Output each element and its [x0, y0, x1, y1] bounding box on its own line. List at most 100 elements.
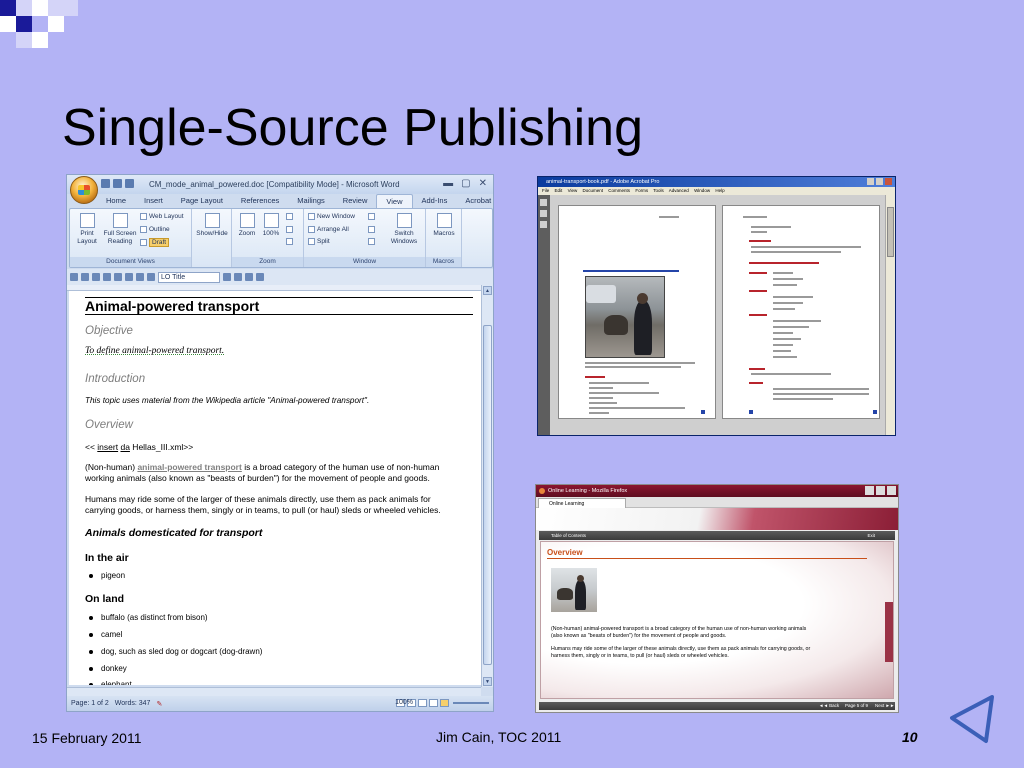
- page-count[interactable]: Page: 1 of 2: [71, 700, 109, 707]
- tab-references[interactable]: References: [232, 194, 288, 208]
- corner-square: [32, 0, 48, 16]
- style-select[interactable]: LO Title: [158, 271, 220, 283]
- back-arrow-icon[interactable]: [948, 694, 996, 744]
- side-resource-tab[interactable]: [885, 602, 893, 662]
- tab-review[interactable]: Review: [334, 194, 377, 208]
- pdf-next-icon[interactable]: [873, 410, 877, 414]
- tab-page-layout[interactable]: Page Layout: [172, 194, 232, 208]
- font-color-icon[interactable]: [245, 273, 253, 281]
- close-icon[interactable]: [885, 178, 892, 185]
- menu-help[interactable]: Help: [715, 188, 724, 193]
- menu-document[interactable]: Document: [583, 188, 604, 193]
- magnifier-icon: [239, 213, 255, 228]
- document-page[interactable]: Animal-powered transport Objective To de…: [69, 291, 481, 685]
- word-window-title: CM_mode_animal_powered.doc [Compatibilit…: [149, 180, 400, 189]
- one-page-button[interactable]: [286, 213, 293, 220]
- columns-icon[interactable]: [136, 273, 144, 281]
- web-layout-view-icon[interactable]: [418, 699, 427, 707]
- two-pages-button[interactable]: [286, 226, 293, 233]
- maximize-icon[interactable]: [876, 486, 885, 495]
- proofing-icon[interactable]: ✎: [156, 700, 162, 708]
- sync-scroll-button[interactable]: [368, 226, 375, 233]
- redo-icon[interactable]: [125, 179, 134, 188]
- acrobat-document-area[interactable]: [550, 195, 887, 435]
- office-button[interactable]: [70, 176, 98, 204]
- font-size-icon[interactable]: [223, 273, 231, 281]
- page-width-button[interactable]: [286, 238, 293, 245]
- zoom-slider[interactable]: [453, 702, 489, 704]
- browser-tab[interactable]: Online Learning: [538, 498, 626, 508]
- macros-button[interactable]: Macros: [429, 213, 459, 238]
- minimize-icon[interactable]: [867, 178, 874, 185]
- new-window-button[interactable]: New Window: [308, 213, 355, 220]
- save-icon[interactable]: [70, 273, 78, 281]
- format-painter-icon[interactable]: [114, 273, 122, 281]
- outline-button[interactable]: Outline: [140, 226, 170, 233]
- close-icon[interactable]: ✕: [479, 178, 487, 189]
- menu-view[interactable]: View: [568, 188, 578, 193]
- view-side-by-side-button[interactable]: [368, 213, 375, 220]
- menu-window[interactable]: Window: [694, 188, 710, 193]
- scroll-thumb[interactable]: [887, 207, 894, 257]
- vertical-scrollbar[interactable]: ▲ ▼: [481, 285, 493, 687]
- outline-view-icon[interactable]: [429, 699, 438, 707]
- objective-heading: Objective: [85, 325, 133, 337]
- menu-file[interactable]: File: [542, 188, 549, 193]
- exit-link[interactable]: Exit: [867, 533, 875, 538]
- arrange-all-button[interactable]: Arrange All: [308, 226, 349, 233]
- tab-insert[interactable]: Insert: [135, 194, 172, 208]
- zoom-button[interactable]: Zoom: [236, 213, 258, 238]
- minimize-icon[interactable]: ▬: [443, 178, 453, 189]
- table-of-contents-link[interactable]: Table of Contents: [551, 533, 586, 538]
- tab-home[interactable]: Home: [97, 194, 135, 208]
- next-button[interactable]: Next ►►: [875, 703, 894, 708]
- animal-transport-link[interactable]: animal-powered transport: [137, 462, 241, 472]
- scroll-down-icon[interactable]: ▼: [483, 677, 492, 686]
- back-button[interactable]: ◄◄ Back: [819, 703, 839, 708]
- attachments-icon[interactable]: [540, 221, 547, 228]
- minimize-icon[interactable]: [865, 486, 874, 495]
- split-icon: [308, 238, 315, 245]
- show-hide-button[interactable]: Show/Hide: [194, 213, 230, 238]
- menu-comments[interactable]: Comments: [608, 188, 630, 193]
- full-screen-reading-button[interactable]: Full Screen Reading: [102, 213, 138, 246]
- split-button[interactable]: Split: [308, 238, 330, 245]
- bold-icon[interactable]: [234, 273, 242, 281]
- menu-advanced[interactable]: Advanced: [669, 188, 689, 193]
- bookmarks-icon[interactable]: [540, 210, 547, 217]
- paste-icon[interactable]: [103, 273, 111, 281]
- tab-acrobat[interactable]: Acrobat: [456, 194, 493, 208]
- web-layout-button[interactable]: Web Layout: [140, 213, 184, 220]
- print-icon[interactable]: [92, 273, 100, 281]
- zoom-100-button[interactable]: 100%: [260, 213, 282, 238]
- save-icon[interactable]: [101, 179, 110, 188]
- scroll-thumb[interactable]: [483, 325, 492, 665]
- grow-font-icon[interactable]: [256, 273, 264, 281]
- tab-add-ins[interactable]: Add-Ins: [413, 194, 457, 208]
- tab-mailings[interactable]: Mailings: [288, 194, 334, 208]
- reset-position-button[interactable]: [368, 238, 375, 245]
- close-icon[interactable]: [887, 486, 896, 495]
- maximize-icon[interactable]: ▢: [461, 178, 470, 189]
- styles-icon[interactable]: [147, 273, 155, 281]
- table-icon[interactable]: [125, 273, 133, 281]
- menu-forms[interactable]: Forms: [635, 188, 648, 193]
- draft-button[interactable]: Draft: [140, 238, 170, 247]
- pdf-next-icon[interactable]: [701, 410, 705, 414]
- acrobat-vertical-scrollbar[interactable]: [885, 195, 895, 435]
- print-layout-button[interactable]: Print Layout: [73, 213, 101, 246]
- undo-icon[interactable]: [113, 179, 122, 188]
- zoom-level[interactable]: 100%: [395, 699, 413, 706]
- open-icon[interactable]: [81, 273, 89, 281]
- scroll-up-icon[interactable]: ▲: [483, 286, 492, 295]
- switch-windows-button[interactable]: Switch Windows: [386, 213, 422, 246]
- menu-tools[interactable]: Tools: [653, 188, 664, 193]
- pages-icon[interactable]: [540, 199, 547, 206]
- menu-edit[interactable]: Edit: [555, 188, 563, 193]
- maximize-icon[interactable]: [876, 178, 883, 185]
- tab-view[interactable]: View: [376, 194, 413, 208]
- quick-access-toolbar: [101, 179, 134, 188]
- word-count[interactable]: Words: 347: [115, 700, 151, 707]
- draft-view-icon[interactable]: [440, 699, 449, 707]
- pdf-prev-icon[interactable]: [749, 410, 753, 414]
